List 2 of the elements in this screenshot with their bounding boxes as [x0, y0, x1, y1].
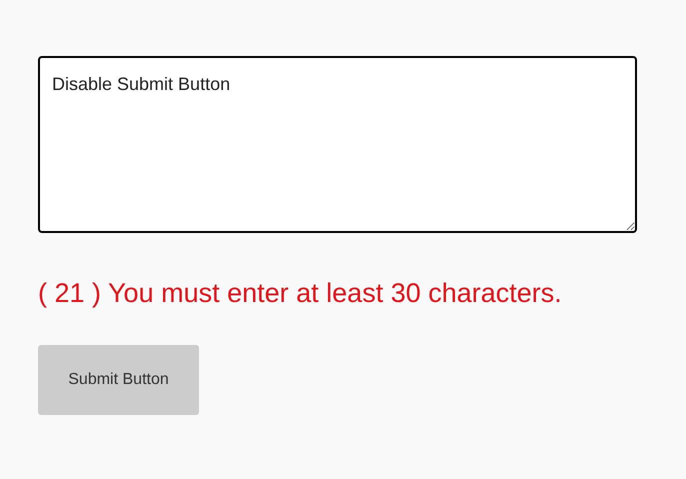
error-message: ( 21 ) You must enter at least 30 characters.: [38, 277, 562, 309]
answer-box[interactable]: Disable Submit Button: [38, 56, 637, 233]
